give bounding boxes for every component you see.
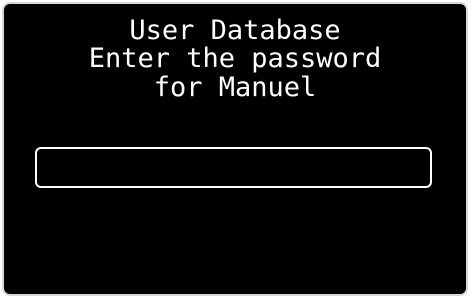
password-input[interactable] [35,147,432,188]
screen: User Database Enter the password for Man… [0,0,474,302]
lcd-display: User Database Enter the password for Man… [2,2,468,296]
password-prompt-line-1: Enter the password [88,43,382,74]
password-prompt-line-2: for Manuel [153,72,317,103]
dialog-title: User Database [129,15,341,46]
